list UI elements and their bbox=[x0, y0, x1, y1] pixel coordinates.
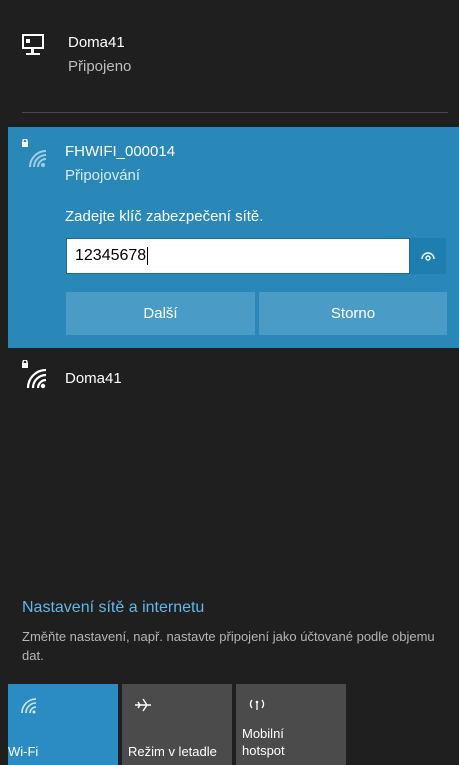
security-key-input[interactable]: 12345678 bbox=[66, 238, 410, 274]
cancel-button[interactable]: Storno bbox=[259, 292, 447, 335]
reveal-password-button[interactable] bbox=[410, 238, 446, 274]
next-button[interactable]: Další bbox=[66, 292, 255, 335]
hotspot-icon bbox=[249, 699, 265, 710]
network-name: FHWIFI_000014 bbox=[65, 143, 176, 160]
network-flyout: Doma41 Připojeno FHWIFI_000014 Připojová… bbox=[8, 0, 459, 765]
ethernet-status: Připojeno bbox=[68, 58, 132, 75]
tile-label-line2: hotspot bbox=[242, 743, 285, 758]
network-settings-description: Změňte nastavení, např. nastavte připoje… bbox=[22, 629, 435, 663]
security-key-label: Zadejte klíč zabezpečení sítě. bbox=[65, 208, 264, 225]
tile-label-line1: Mobilní bbox=[242, 726, 284, 741]
network-status: Připojování bbox=[65, 167, 141, 184]
ethernet-icon bbox=[22, 34, 44, 55]
divider bbox=[22, 112, 448, 113]
network-name: Doma41 bbox=[65, 370, 122, 387]
quick-action-mobile-hotspot[interactable]: Mobilní hotspot bbox=[236, 684, 346, 765]
wifi-secured-icon bbox=[22, 139, 47, 168]
network-item-expanded: FHWIFI_000014 Připojování Zadejte klíč z… bbox=[8, 127, 459, 348]
tile-label: Režim v letadle bbox=[128, 744, 217, 759]
tile-label: Mobilní hotspot bbox=[242, 725, 285, 759]
eye-icon bbox=[421, 252, 435, 261]
wifi-secured-icon bbox=[22, 360, 47, 389]
network-item-doma41[interactable]: Doma41 bbox=[8, 348, 459, 408]
ethernet-name: Doma41 bbox=[68, 34, 125, 51]
network-settings-link[interactable]: Nastavení sítě a internetu bbox=[22, 599, 204, 617]
airplane-icon bbox=[135, 698, 151, 712]
network-item-ethernet[interactable]: Doma41 Připojeno bbox=[8, 0, 459, 112]
security-key-value: 12345678 bbox=[75, 247, 147, 264]
tile-label: Wi-Fi bbox=[8, 744, 39, 759]
quick-action-wifi[interactable]: Wi-Fi bbox=[8, 684, 118, 765]
quick-action-airplane-mode[interactable]: Režim v letadle bbox=[122, 684, 232, 765]
wifi-icon bbox=[21, 698, 37, 714]
text-caret bbox=[147, 246, 149, 265]
